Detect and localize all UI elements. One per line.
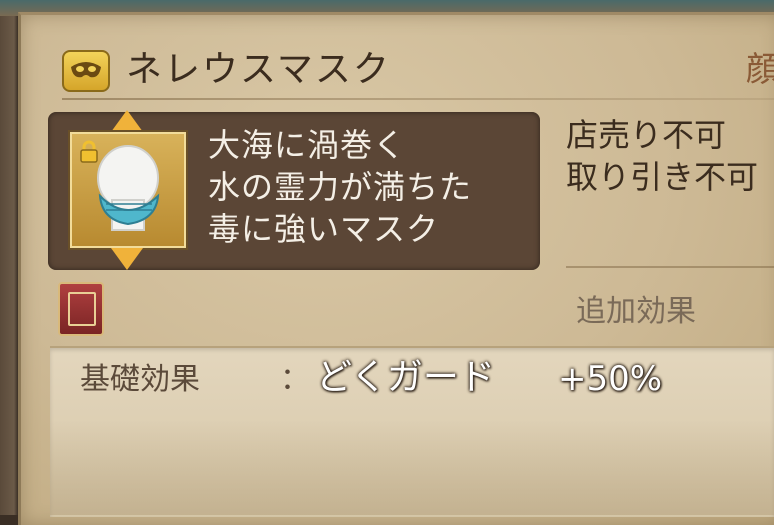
item-image-frame: [70, 132, 186, 248]
title-divider: [62, 98, 774, 100]
description-line: 水の霊力が満ちた: [208, 168, 473, 206]
item-description: 大海に渦巻く 水の霊力が満ちた 毒に強いマスク: [208, 124, 528, 250]
item-restrictions: 店売り不可 取り引き不可: [566, 114, 774, 198]
scroll-up-arrow-icon[interactable]: [111, 110, 143, 132]
lock-icon: [80, 140, 98, 163]
base-effect-name: どくガード: [316, 357, 495, 398]
book-icon[interactable]: [58, 282, 104, 336]
item-name: ネレウスマスク: [126, 49, 391, 90]
description-line: 毒に強いマスク: [208, 210, 440, 248]
item-title-row: ネレウスマスク: [62, 48, 774, 96]
effect-panel-shade: [50, 420, 774, 515]
restriction-trade: 取り引き不可: [566, 158, 759, 196]
description-line: 大海に渦巻く: [208, 126, 407, 164]
restrictions-divider: [566, 266, 774, 268]
mask-icon: [62, 50, 110, 92]
scroll-down-arrow-icon[interactable]: [111, 248, 143, 270]
base-effect-label: 基礎効果: [80, 362, 200, 397]
base-effect-colon: ：: [280, 362, 310, 397]
truncated-header-char: 顔: [746, 50, 774, 90]
base-effect-value: +50%: [558, 359, 663, 399]
extra-effect-label: 追加効果: [576, 294, 696, 329]
restriction-shop: 店売り不可: [566, 116, 727, 154]
